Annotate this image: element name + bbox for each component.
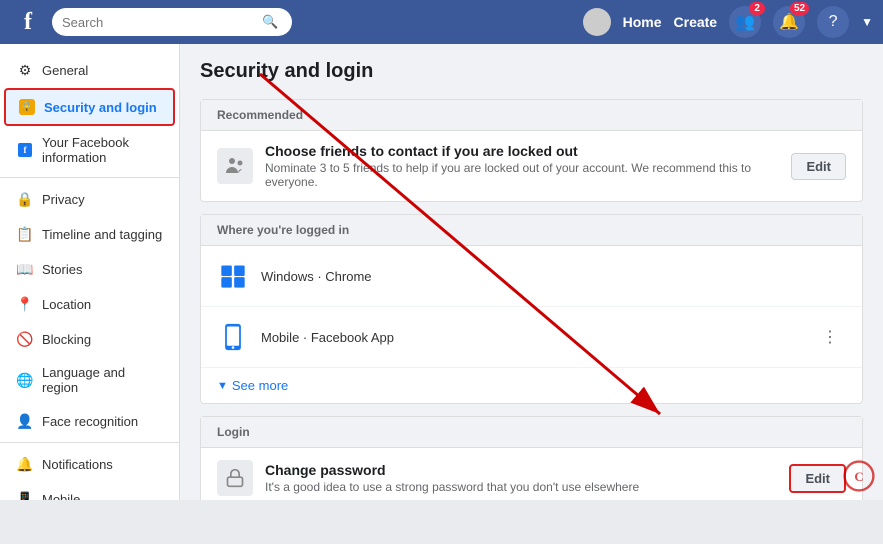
choose-friends-desc: Nominate 3 to 5 friends to help if you a… bbox=[265, 161, 779, 189]
main-content: Security and login Recommended Choose fr… bbox=[180, 44, 883, 500]
face-icon: 👤 bbox=[16, 412, 34, 430]
lock-icon: 🔒 bbox=[18, 98, 36, 116]
nav-right: Home Create 👥 2 🔔 52 ? ▼ bbox=[583, 6, 873, 38]
choose-friends-edit-btn[interactable]: Edit bbox=[791, 153, 846, 180]
change-password-icon bbox=[217, 460, 253, 496]
sidebar-item-language[interactable]: 🌐 Language and region bbox=[4, 357, 175, 403]
logged-row-2-text: Mobile · Facebook App bbox=[261, 330, 802, 345]
choose-friends-row: Choose friends to contact if you are loc… bbox=[201, 131, 862, 201]
sidebar-label-blocking: Blocking bbox=[42, 332, 91, 347]
change-password-text: Change password It's a good idea to use … bbox=[265, 462, 777, 494]
friends-icon: 👥 bbox=[735, 12, 755, 32]
friends-row-icon bbox=[217, 148, 253, 184]
sidebar-label-general: General bbox=[42, 63, 88, 78]
sidebar-label-stories: Stories bbox=[42, 262, 82, 277]
nav-dropdown-btn[interactable]: ▼ bbox=[861, 15, 873, 29]
change-password-row: Change password It's a good idea to use … bbox=[201, 448, 862, 500]
windows-device-icon bbox=[217, 256, 249, 296]
facebook-small-icon: f bbox=[16, 141, 34, 159]
logged-row-1-text: Windows · Chrome bbox=[261, 269, 846, 284]
page-title: Security and login bbox=[200, 60, 863, 83]
login-header: Login bbox=[201, 417, 862, 448]
privacy-icon: 🔒 bbox=[16, 190, 34, 208]
timeline-icon: 📋 bbox=[16, 225, 34, 243]
sidebar-item-blocking[interactable]: 🚫 Blocking bbox=[4, 322, 175, 356]
stories-icon: 📖 bbox=[16, 260, 34, 278]
sidebar: ⚙ General 🔒 Security and login f Your Fa… bbox=[0, 44, 180, 500]
search-input[interactable] bbox=[62, 15, 262, 30]
logged-device-1-name: Windows · Chrome bbox=[261, 269, 846, 284]
notifications-icon-btn[interactable]: 🔔 52 bbox=[773, 6, 805, 38]
sidebar-label-location: Location bbox=[42, 297, 91, 312]
sidebar-item-timeline[interactable]: 📋 Timeline and tagging bbox=[4, 217, 175, 251]
logged-device-2-name: Mobile · Facebook App bbox=[261, 330, 802, 345]
sidebar-label-language: Language and region bbox=[42, 365, 163, 395]
avatar[interactable] bbox=[583, 8, 611, 36]
sidebar-item-mobile[interactable]: 📱 Mobile bbox=[4, 482, 175, 500]
bell-icon: 🔔 bbox=[779, 12, 799, 32]
chevron-down-icon: ▼ bbox=[217, 380, 228, 392]
home-link[interactable]: Home bbox=[623, 14, 662, 30]
svg-text:C: C bbox=[854, 470, 863, 484]
see-more-btn[interactable]: ▼ See more bbox=[201, 368, 862, 403]
choose-friends-text: Choose friends to contact if you are loc… bbox=[265, 143, 779, 189]
sidebar-item-security[interactable]: 🔒 Security and login bbox=[4, 88, 175, 126]
sidebar-item-general[interactable]: ⚙ General bbox=[4, 53, 175, 87]
notifications-icon: 🔔 bbox=[16, 455, 34, 473]
login-section: Login Change password It's a good idea t… bbox=[200, 416, 863, 500]
change-password-title: Change password bbox=[265, 462, 777, 478]
change-password-edit-btn[interactable]: Edit bbox=[789, 464, 846, 493]
language-icon: 🌐 bbox=[16, 371, 34, 389]
sidebar-label-timeline: Timeline and tagging bbox=[42, 227, 162, 242]
create-link[interactable]: Create bbox=[674, 14, 718, 30]
page-wrapper: ⚙ General 🔒 Security and login f Your Fa… bbox=[0, 44, 883, 500]
logged-row-2: Mobile · Facebook App ⋮ bbox=[201, 307, 862, 368]
search-icon: 🔍 bbox=[262, 14, 278, 30]
help-icon-btn[interactable]: ? bbox=[817, 6, 849, 38]
friends-icon-btn[interactable]: 👥 2 bbox=[729, 6, 761, 38]
sidebar-item-stories[interactable]: 📖 Stories bbox=[4, 252, 175, 286]
where-logged-header: Where you're logged in bbox=[201, 215, 862, 246]
search-bar[interactable]: 🔍 bbox=[52, 8, 292, 36]
top-navigation: f 🔍 Home Create 👥 2 🔔 52 ? ▼ bbox=[0, 0, 883, 44]
sidebar-label-notifications: Notifications bbox=[42, 457, 113, 472]
facebook-logo: f bbox=[10, 4, 46, 40]
sidebar-item-notifications[interactable]: 🔔 Notifications bbox=[4, 447, 175, 481]
choose-friends-title: Choose friends to contact if you are loc… bbox=[265, 143, 779, 159]
recommended-header: Recommended bbox=[201, 100, 862, 131]
three-dots-btn[interactable]: ⋮ bbox=[814, 323, 846, 351]
mobile-device-icon bbox=[217, 317, 249, 357]
notif-badge: 52 bbox=[790, 2, 809, 15]
gear-icon: ⚙ bbox=[16, 61, 34, 79]
sidebar-label-face: Face recognition bbox=[42, 414, 138, 429]
where-logged-section: Where you're logged in Windows · Chrome … bbox=[200, 214, 863, 404]
logged-row-1: Windows · Chrome bbox=[201, 246, 862, 307]
friend-badge: 2 bbox=[749, 2, 765, 15]
sidebar-item-privacy[interactable]: 🔒 Privacy bbox=[4, 182, 175, 216]
location-icon: 📍 bbox=[16, 295, 34, 313]
blocking-icon: 🚫 bbox=[16, 330, 34, 348]
sidebar-label-security: Security and login bbox=[44, 100, 157, 115]
sidebar-item-location[interactable]: 📍 Location bbox=[4, 287, 175, 321]
watermark: C bbox=[843, 460, 875, 492]
mobile-icon: 📱 bbox=[16, 490, 34, 500]
question-icon: ? bbox=[829, 13, 838, 31]
sidebar-label-privacy: Privacy bbox=[42, 192, 85, 207]
change-password-desc: It's a good idea to use a strong passwor… bbox=[265, 480, 777, 494]
sidebar-label-mobile: Mobile bbox=[42, 492, 80, 501]
sidebar-item-fb-info[interactable]: f Your Facebook information bbox=[4, 127, 175, 173]
sidebar-label-fb-info: Your Facebook information bbox=[42, 135, 163, 165]
see-more-label: See more bbox=[232, 378, 288, 393]
sidebar-item-face[interactable]: 👤 Face recognition bbox=[4, 404, 175, 438]
recommended-section: Recommended Choose friends to contact if… bbox=[200, 99, 863, 202]
